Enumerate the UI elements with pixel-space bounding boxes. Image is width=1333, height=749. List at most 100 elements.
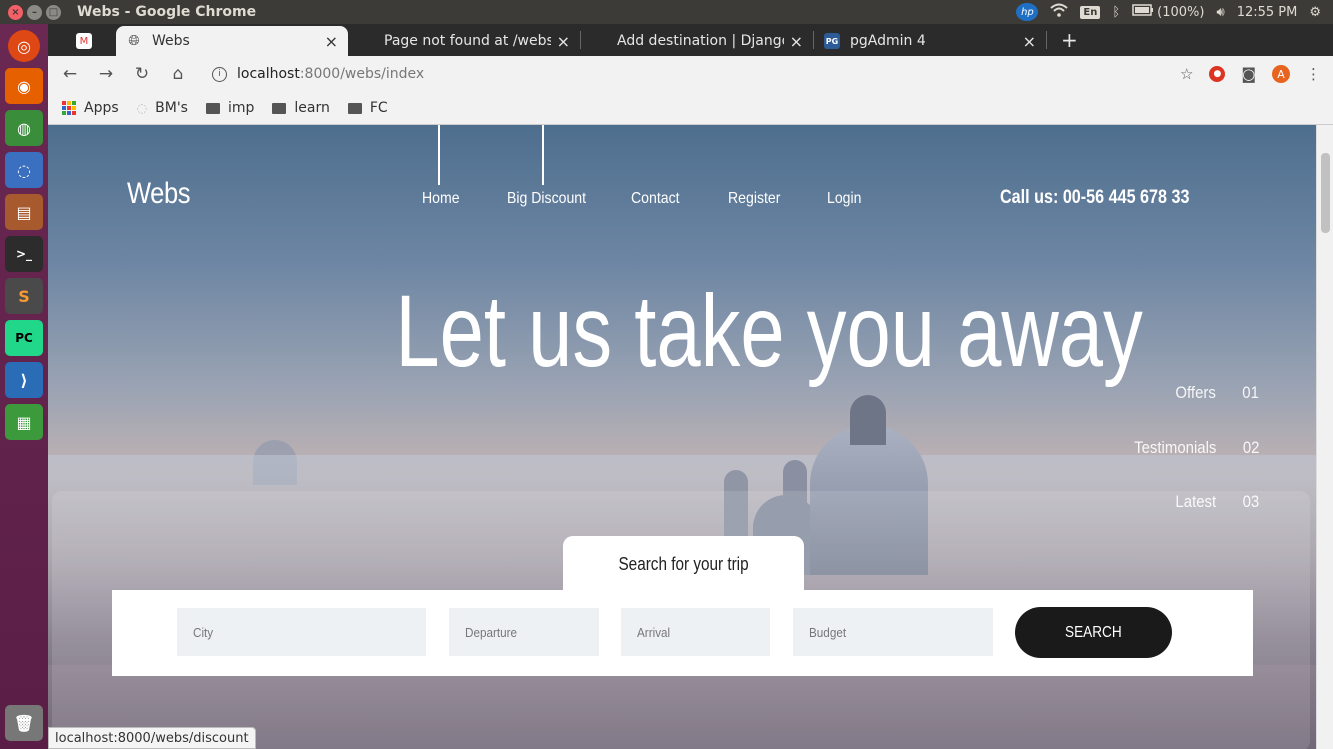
tab-title: Webs: [152, 33, 190, 49]
terminal-icon[interactable]: >_: [5, 236, 43, 272]
menu-dots-icon[interactable]: ⋮: [1306, 65, 1321, 83]
close-tab-icon[interactable]: ×: [325, 32, 338, 51]
city-placeholder: City: [193, 624, 214, 640]
departure-input[interactable]: Departure: [449, 608, 599, 656]
window-title: Webs - Google Chrome: [77, 4, 257, 20]
home-icon[interactable]: ⌂: [168, 64, 188, 84]
budget-input[interactable]: Budget: [793, 608, 993, 656]
clock[interactable]: 12:55 PM: [1237, 5, 1298, 20]
battery-icon: [1132, 4, 1154, 20]
side-menu-label: Offers: [1175, 383, 1216, 402]
new-tab-icon[interactable]: +: [1061, 28, 1078, 52]
folder-icon: [347, 102, 362, 114]
budget-placeholder: Budget: [809, 624, 847, 640]
apps-grid-icon: [62, 101, 76, 115]
settings-gear-icon[interactable]: ⚙: [1309, 5, 1321, 20]
search-tab[interactable]: Search for your trip: [563, 536, 804, 592]
bookmark-bms[interactable]: ◌ BM's: [137, 100, 188, 116]
ubuntu-icon[interactable]: ◎: [8, 30, 40, 62]
sublime-icon[interactable]: S: [5, 278, 43, 314]
side-menu-offers[interactable]: Offers 01: [1175, 383, 1259, 403]
gmail-icon: M: [76, 33, 92, 49]
side-menu-latest[interactable]: Latest 03: [1175, 492, 1259, 512]
bookmark-apps[interactable]: Apps: [62, 100, 119, 116]
tab-gmail[interactable]: M: [64, 26, 116, 56]
bookmark-imp[interactable]: imp: [205, 100, 254, 116]
system-indicators: hp En ᛒ (100%) 🔊︎ 12:55 PM ⚙: [1016, 0, 1321, 24]
search-form: City Departure Arrival Budget SEARCH: [112, 590, 1253, 676]
arrival-input[interactable]: Arrival: [621, 608, 770, 656]
spreadsheet-icon[interactable]: ▦: [5, 404, 43, 440]
info-icon[interactable]: i: [212, 66, 227, 82]
nav-login[interactable]: Login: [827, 190, 861, 208]
side-menu-number: 02: [1242, 438, 1259, 457]
bluetooth-icon[interactable]: ᛒ: [1112, 5, 1120, 20]
site-logo[interactable]: Webs: [127, 177, 190, 211]
tab-title: Add destination | Django: [617, 33, 784, 49]
bookmark-fc[interactable]: FC: [347, 100, 388, 116]
bookmark-label: learn: [294, 100, 330, 116]
close-tab-icon[interactable]: ×: [557, 32, 570, 51]
trash-icon[interactable]: 🗑︎: [5, 705, 43, 741]
tab-pgadmin[interactable]: PG pgAdmin 4 ×: [814, 26, 1046, 56]
page-scrollbar[interactable]: [1316, 125, 1333, 749]
nav-home[interactable]: Home: [422, 190, 460, 208]
pg-icon: PG: [824, 33, 840, 49]
blank-icon: [358, 33, 374, 49]
hero-title: Let us take you away: [395, 274, 1143, 388]
browser-chrome: M 🌐︎ Webs × Page not found at /webs/ × A…: [48, 24, 1333, 125]
hp-icon[interactable]: hp: [1016, 3, 1039, 21]
battery-indicator[interactable]: (100%): [1132, 4, 1204, 20]
bookmark-label: BM's: [155, 100, 188, 116]
scrollbar-thumb[interactable]: [1321, 153, 1330, 233]
tab-separator: [1046, 31, 1047, 49]
tab-webs[interactable]: 🌐︎ Webs ×: [116, 26, 348, 56]
tab-add-destination[interactable]: Add destination | Django ×: [581, 26, 813, 56]
reload-icon[interactable]: ↻: [132, 64, 152, 84]
pycharm-icon[interactable]: PC: [5, 320, 43, 356]
folder-icon: [272, 102, 287, 114]
nav-divider-line: [542, 125, 544, 185]
volume-icon[interactable]: 🔊︎: [1216, 5, 1224, 20]
chromium-icon[interactable]: ◌: [5, 152, 43, 188]
files-icon[interactable]: ▤: [5, 194, 43, 230]
camera-icon[interactable]: ◙: [1241, 65, 1256, 83]
close-tab-icon[interactable]: ×: [790, 32, 803, 51]
url-path: :8000/webs/index: [299, 66, 425, 82]
firefox-icon[interactable]: ◉: [5, 68, 43, 104]
bookmark-learn[interactable]: learn: [272, 100, 330, 116]
forward-arrow-icon[interactable]: →: [96, 64, 116, 84]
wifi-icon[interactable]: [1050, 3, 1069, 21]
keyboard-layout-indicator[interactable]: En: [1080, 5, 1101, 19]
departure-placeholder: Departure: [465, 624, 518, 640]
folder-icon: [205, 102, 220, 114]
nav-big-discount[interactable]: Big Discount: [507, 190, 586, 208]
search-button-label: SEARCH: [1065, 623, 1122, 641]
bookmark-label: FC: [369, 100, 388, 116]
arrival-placeholder: Arrival: [637, 624, 671, 640]
search-button[interactable]: SEARCH: [1015, 607, 1172, 658]
back-arrow-icon[interactable]: ←: [60, 64, 80, 84]
profile-avatar[interactable]: A: [1272, 65, 1290, 83]
star-bookmark-icon[interactable]: ☆: [1180, 65, 1193, 83]
nav-register[interactable]: Register: [728, 190, 780, 208]
close-tab-icon[interactable]: ×: [1023, 32, 1036, 51]
tab-page-not-found[interactable]: Page not found at /webs/ ×: [348, 26, 580, 56]
city-input[interactable]: City: [177, 608, 426, 656]
vscode-icon[interactable]: ⟩: [5, 362, 43, 398]
webpage: Webs Home Big Discount Contact Register …: [48, 125, 1316, 749]
ubuntu-launcher: ◎ ◉ ◍ ◌ ▤ >_ S PC ⟩ ▦ 🗑︎: [0, 24, 48, 749]
window-minimize-button[interactable]: –: [27, 4, 42, 20]
side-menu-label: Testimonials: [1133, 438, 1216, 457]
side-menu-testimonials[interactable]: Testimonials 02: [1134, 438, 1259, 458]
url-host: localhost: [237, 66, 300, 82]
chrome-icon[interactable]: ◍: [5, 110, 43, 146]
side-menu-number: 03: [1242, 492, 1259, 511]
globe-icon: 🌐︎: [128, 33, 140, 49]
nav-contact[interactable]: Contact: [631, 190, 680, 208]
tab-title: Page not found at /webs/: [384, 33, 551, 49]
window-close-button[interactable]: ×: [8, 4, 23, 20]
window-maximize-button[interactable]: □: [46, 4, 61, 20]
extension-icon[interactable]: ●: [1209, 66, 1226, 82]
address-bar[interactable]: i localhost:8000/webs/index: [212, 66, 424, 82]
